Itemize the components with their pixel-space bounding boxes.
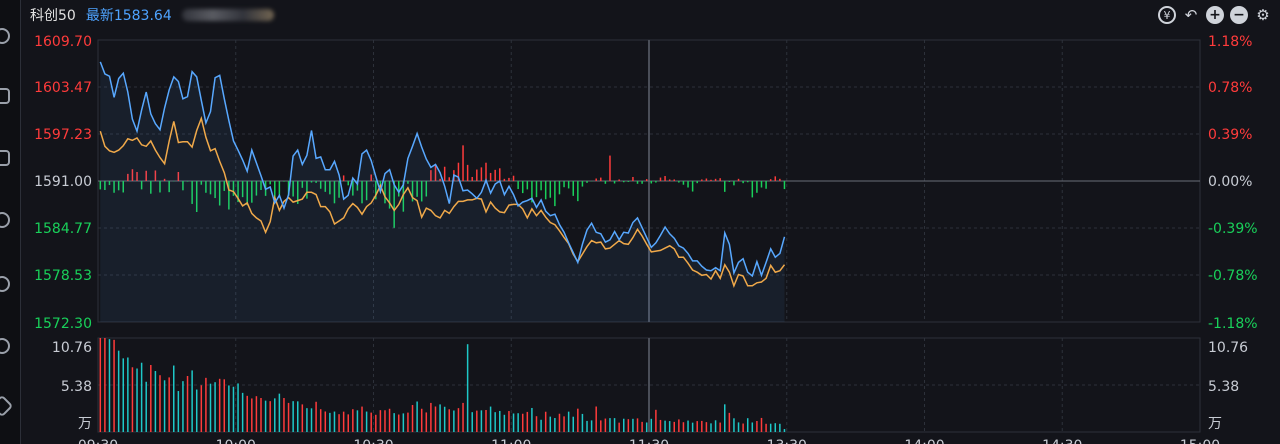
time-tick-label: 14:30 (1042, 438, 1082, 444)
time-tick-label: 13:30 (767, 438, 807, 444)
price-tick-label: 1591.00 (34, 174, 92, 190)
volume-tick-label-right: 5.38 (1208, 379, 1239, 395)
percent-tick-label: -0.39% (1208, 221, 1258, 237)
price-tick-label: 1597.23 (34, 127, 92, 143)
percent-tick-label: 0.39% (1208, 127, 1252, 143)
time-tick-label: 11:30 (629, 438, 669, 444)
volume-tick-label-left: 10.76 (52, 340, 92, 356)
price-tick-label: 1609.70 (34, 34, 92, 50)
percent-tick-label: 0.00% (1208, 174, 1252, 190)
time-tick-label: 15:00 (1180, 438, 1220, 444)
volume-tick-label-left: 万 (78, 416, 92, 432)
volume-tick-label-right: 万 (1208, 416, 1222, 432)
volume-tick-label-left: 5.38 (61, 379, 92, 395)
price-tick-label: 1572.30 (34, 316, 92, 332)
intraday-chart[interactable]: 1609.70 1603.47 1597.23 1591.00 1584.77 1578.… (0, 0, 1280, 444)
price-tick-label: 1603.47 (34, 80, 92, 96)
percent-tick-label: -1.18% (1208, 316, 1258, 332)
time-tick-label: 14:00 (904, 438, 944, 444)
time-tick-label: 11:00 (491, 438, 531, 444)
percent-tick-label: -0.78% (1208, 268, 1258, 284)
percent-tick-label: 1.18% (1208, 34, 1252, 50)
volume-tick-label-right: 10.76 (1208, 340, 1248, 356)
time-tick-label: 10:30 (353, 438, 393, 444)
price-tick-label: 1584.77 (34, 221, 92, 237)
time-tick-label: 09:30 (78, 438, 118, 444)
percent-tick-label: 0.78% (1208, 80, 1252, 96)
time-tick-label: 10:00 (216, 438, 256, 444)
price-tick-label: 1578.53 (34, 268, 92, 284)
price-area (100, 61, 785, 323)
